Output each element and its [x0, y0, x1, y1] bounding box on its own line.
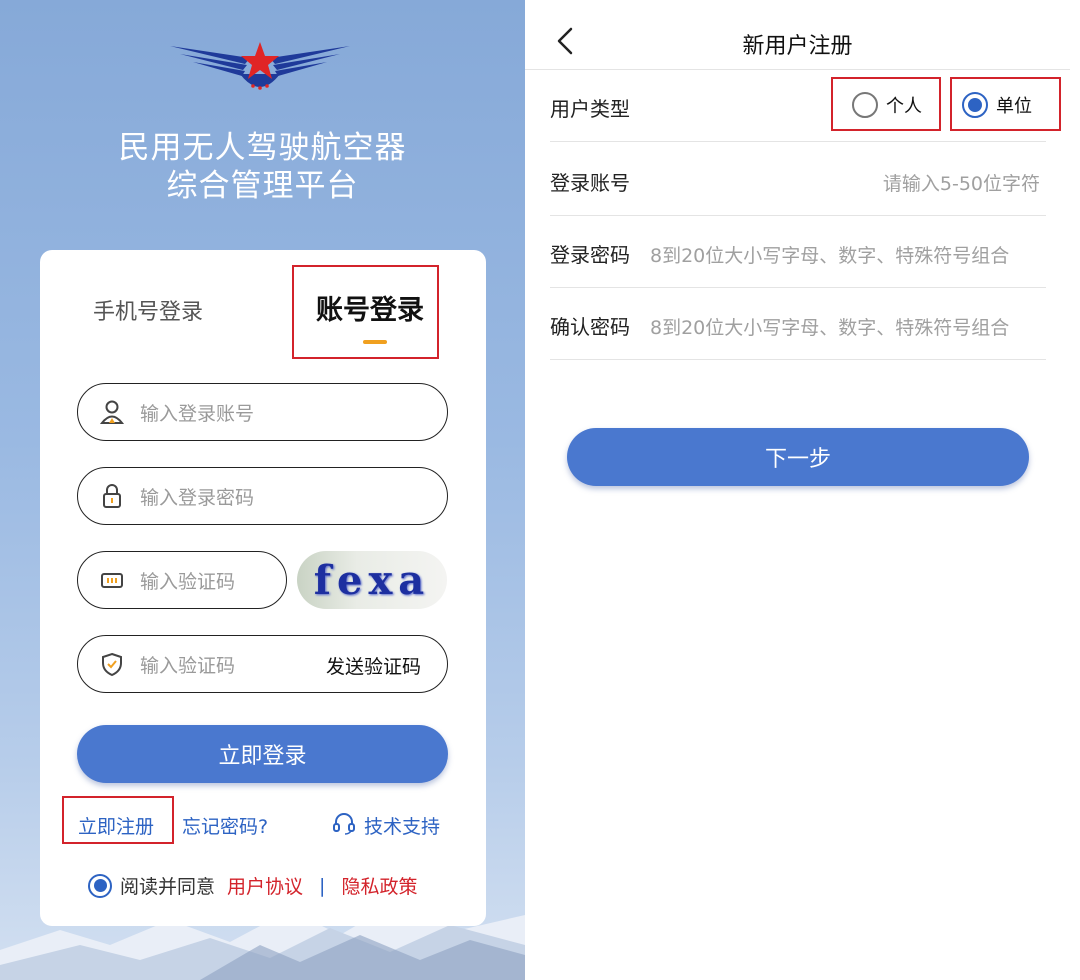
- page-title: 新用户注册: [742, 34, 853, 59]
- tab-phone-login[interactable]: 手机号登录: [93, 294, 203, 326]
- highlight-box-account-tab: [292, 265, 439, 359]
- send-code-button[interactable]: 发送验证码: [326, 652, 421, 679]
- confirm-password-label: 确认密码: [550, 315, 630, 339]
- captcha-input[interactable]: 输入验证码: [77, 551, 287, 609]
- account-input[interactable]: 输入登录账号: [77, 383, 448, 441]
- caac-wings-logo-icon: [170, 42, 350, 90]
- user-agreement-link[interactable]: 用户协议: [227, 872, 303, 899]
- login-screen: 民用无人驾驶航空器 综合管理平台 手机号登录 账号登录 输入登录账号 输入登录密…: [0, 0, 525, 980]
- highlight-box-organization: [950, 77, 1061, 131]
- confirm-password-row[interactable]: 确认密码 8到20位大小写字母、数字、特殊符号组合: [550, 288, 1046, 360]
- agreement-separator: |: [319, 874, 326, 897]
- user-icon: [98, 398, 126, 426]
- privacy-policy-link[interactable]: 隐私政策: [341, 872, 417, 899]
- account-input-placeholder[interactable]: 请输入5-50位字符: [883, 169, 1040, 196]
- account-label: 登录账号: [550, 171, 630, 195]
- password-row[interactable]: 登录密码 8到20位大小写字母、数字、特殊符号组合: [550, 216, 1046, 288]
- account-placeholder: 输入登录账号: [140, 402, 255, 425]
- highlight-box-personal: [831, 77, 941, 131]
- login-button[interactable]: 立即登录: [77, 725, 448, 783]
- tech-support-link[interactable]: 技术支持: [332, 811, 440, 840]
- agreement-row: 阅读并同意 用户协议 | 隐私政策: [88, 872, 417, 899]
- captcha-icon: [98, 566, 126, 594]
- password-placeholder: 输入登录密码: [140, 486, 255, 509]
- agree-radio[interactable]: [88, 873, 112, 898]
- captcha-placeholder: 输入验证码: [140, 570, 236, 593]
- tech-support-label: 技术支持: [364, 816, 441, 838]
- platform-title-line2: 综合管理平台: [166, 168, 359, 204]
- account-row[interactable]: 登录账号 请输入5-50位字符: [550, 144, 1046, 216]
- platform-title-line1: 民用无人驾驶航空器: [118, 130, 407, 166]
- password-label: 登录密码: [550, 243, 630, 267]
- highlight-box-register: [62, 796, 174, 844]
- next-step-button[interactable]: 下一步: [567, 428, 1029, 486]
- sms-code-placeholder: 输入验证码: [140, 654, 236, 677]
- register-screen: 新用户注册 用户类型 个人 单位 登录账号 请输入5-50位字符 登录密码 8到…: [525, 0, 1080, 980]
- sms-code-input[interactable]: 输入验证码 发送验证码: [77, 635, 448, 693]
- agree-text: 阅读并同意: [120, 876, 216, 898]
- captcha-image[interactable]: fexa: [297, 551, 447, 609]
- forgot-password-link[interactable]: 忘记密码?: [182, 812, 268, 839]
- user-type-label: 用户类型: [550, 97, 630, 121]
- lock-icon: [98, 482, 126, 510]
- login-card: 手机号登录 账号登录 输入登录账号 输入登录密码 输入验证码 fexa 输入验证…: [40, 250, 486, 926]
- password-input[interactable]: 输入登录密码: [77, 467, 448, 525]
- shield-check-icon: [98, 650, 126, 678]
- confirm-password-input-placeholder[interactable]: 8到20位大小写字母、数字、特殊符号组合: [650, 313, 1042, 340]
- password-input-placeholder[interactable]: 8到20位大小写字母、数字、特殊符号组合: [650, 241, 1042, 268]
- headset-icon: [332, 811, 356, 840]
